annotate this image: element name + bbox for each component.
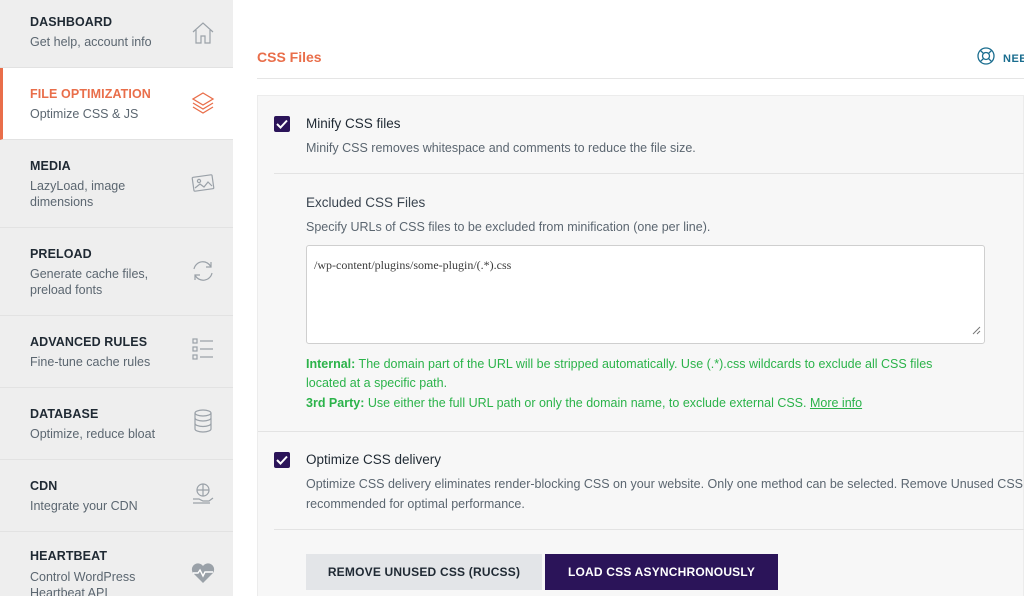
more-info-link[interactable]: More info xyxy=(810,396,862,410)
sidebar: DASHBOARD Get help, account info FILE OP… xyxy=(0,0,233,596)
divider xyxy=(257,78,1024,79)
excluded-css-desc: Specify URLs of CSS files to be excluded… xyxy=(306,220,711,234)
excluded-css-value: /wp-content/plugins/some-plugin/(.*).css xyxy=(314,258,512,272)
section-title: CSS Files xyxy=(257,49,322,65)
third-party-hint-label: 3rd Party: xyxy=(306,396,365,410)
minify-css-checkbox[interactable] xyxy=(274,116,290,132)
sidebar-item-advanced-rules[interactable]: ADVANCED RULES Fine-tune cache rules xyxy=(0,316,233,388)
sidebar-item-title: CDN xyxy=(30,479,58,493)
resize-grip-icon[interactable] xyxy=(971,322,981,340)
app-root: DASHBOARD Get help, account info FILE OP… xyxy=(0,0,1024,596)
third-party-hint: 3rd Party: Use either the full URL path … xyxy=(306,394,862,413)
sidebar-item-desc: Heartbeat API xyxy=(30,586,108,596)
sidebar-item-desc: preload fonts xyxy=(30,283,103,297)
sidebar-item-title: ADVANCED RULES xyxy=(30,335,148,349)
help-link[interactable]: NEE xyxy=(976,46,1024,71)
excluded-css-label: Excluded CSS Files xyxy=(306,195,426,210)
help-label: NEE xyxy=(1003,52,1024,65)
sidebar-item-database[interactable]: DATABASE Optimize, reduce bloat xyxy=(0,388,233,460)
sidebar-item-desc: Optimize, reduce bloat xyxy=(30,427,156,441)
sidebar-item-title: FILE OPTIMIZATION xyxy=(30,87,151,101)
sidebar-item-title: PRELOAD xyxy=(30,247,92,261)
database-icon xyxy=(190,408,216,434)
divider xyxy=(258,431,1024,432)
sidebar-item-dashboard[interactable]: DASHBOARD Get help, account info xyxy=(0,0,233,68)
optimize-css-delivery-desc-2: recommended for optimal performance. xyxy=(306,497,525,511)
sidebar-item-desc: Integrate your CDN xyxy=(30,499,138,513)
sidebar-item-title: MEDIA xyxy=(30,159,71,173)
settings-panel xyxy=(257,95,1024,596)
sidebar-item-title: HEARTBEAT xyxy=(30,549,108,563)
home-icon xyxy=(190,20,216,46)
optimize-css-delivery-checkbox[interactable] xyxy=(274,452,290,468)
lifebuoy-icon xyxy=(976,46,996,71)
sidebar-item-desc: Generate cache files, xyxy=(30,267,149,281)
image-icon xyxy=(190,170,216,196)
sidebar-item-desc: Fine-tune cache rules xyxy=(30,355,151,369)
checklist-icon xyxy=(190,336,216,362)
optimize-css-delivery-desc: Optimize CSS delivery eliminates render-… xyxy=(306,477,1024,491)
sidebar-item-heartbeat[interactable]: HEARTBEAT Control WordPress Heartbeat AP… xyxy=(0,532,233,596)
sidebar-item-desc: LazyLoad, image xyxy=(30,179,126,193)
sidebar-item-file-optimization[interactable]: FILE OPTIMIZATION Optimize CSS & JS xyxy=(0,68,233,140)
sidebar-item-title: DATABASE xyxy=(30,407,99,421)
layers-icon xyxy=(190,90,216,116)
load-css-async-button[interactable]: LOAD CSS ASYNCHRONOUSLY xyxy=(545,554,778,590)
internal-hint: Internal: The domain part of the URL wil… xyxy=(306,355,932,374)
sidebar-item-title: DASHBOARD xyxy=(30,15,113,29)
divider xyxy=(274,173,1024,174)
sidebar-item-media[interactable]: MEDIA LazyLoad, image dimensions xyxy=(0,140,233,228)
internal-hint-text-2: located at a specific path. xyxy=(306,376,448,390)
excluded-css-textarea[interactable]: /wp-content/plugins/some-plugin/(.*).css xyxy=(306,245,985,344)
globe-hand-icon xyxy=(190,480,216,506)
sidebar-item-desc: Get help, account info xyxy=(30,35,152,49)
minify-css-label: Minify CSS files xyxy=(306,116,401,131)
third-party-hint-text: Use either the full URL path or only the… xyxy=(364,396,810,410)
minify-css-desc: Minify CSS removes whitespace and commen… xyxy=(306,141,696,155)
remove-unused-css-button[interactable]: REMOVE UNUSED CSS (RUCSS) xyxy=(306,554,542,590)
heart-pulse-icon xyxy=(190,560,216,586)
sidebar-item-preload[interactable]: PRELOAD Generate cache files, preload fo… xyxy=(0,228,233,316)
sidebar-item-desc: Control WordPress xyxy=(30,570,136,584)
sidebar-item-desc: dimensions xyxy=(30,195,94,209)
optimize-css-delivery-label: Optimize CSS delivery xyxy=(306,452,442,467)
refresh-icon xyxy=(190,258,216,284)
divider xyxy=(274,529,1024,530)
sidebar-item-desc: Optimize CSS & JS xyxy=(30,107,139,121)
internal-hint-label: Internal: xyxy=(306,357,356,371)
internal-hint-text: The domain part of the URL will be strip… xyxy=(355,357,933,371)
sidebar-item-cdn[interactable]: CDN Integrate your CDN xyxy=(0,460,233,532)
internal-hint-line2: located at a specific path. xyxy=(306,374,447,393)
